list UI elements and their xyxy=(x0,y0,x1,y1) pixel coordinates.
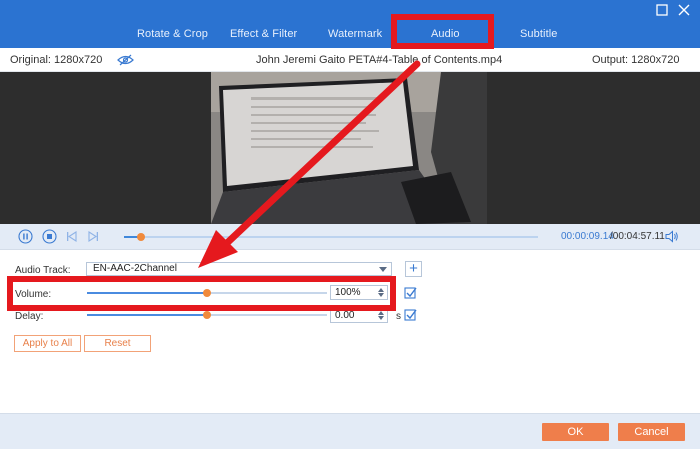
previous-frame-icon[interactable] xyxy=(64,229,79,244)
audio-track-label: Audio Track: xyxy=(15,265,71,276)
ok-button[interactable]: OK xyxy=(542,423,609,441)
original-resolution: Original: 1280x720 xyxy=(10,54,103,66)
audio-editor-window: Rotate & Crop Effect & Filter Watermark … xyxy=(0,0,700,449)
tab-subtitle[interactable]: Subtitle xyxy=(520,28,558,40)
audio-track-select[interactable]: EN-AAC-2Channel xyxy=(86,262,392,276)
timeline-slider[interactable] xyxy=(124,233,538,241)
tab-rotate-crop[interactable]: Rotate & Crop xyxy=(137,28,208,40)
maximize-icon[interactable] xyxy=(655,3,669,17)
close-icon[interactable] xyxy=(677,3,691,17)
decrement-icon[interactable] xyxy=(378,316,384,320)
eye-off-icon[interactable] xyxy=(117,54,134,66)
current-time: 00:00:09.14 xyxy=(561,231,614,242)
info-bar: Original: 1280x720 John Jeremi Gaito PET… xyxy=(0,48,700,72)
volume-row-highlight xyxy=(7,276,396,311)
increment-icon[interactable] xyxy=(378,311,384,315)
delay-slider-fill xyxy=(87,314,207,316)
video-preview xyxy=(0,72,700,224)
audio-track-value: EN-AAC-2Channel xyxy=(93,263,177,274)
video-frame xyxy=(211,72,487,224)
delay-value: 0.00 xyxy=(335,310,355,321)
delay-slider[interactable] xyxy=(87,311,327,319)
footer-bar: OK Cancel xyxy=(0,413,700,449)
audio-tab-highlight xyxy=(391,14,494,49)
apply-volume-check-icon[interactable] xyxy=(404,286,417,299)
add-audio-track-button[interactable]: + xyxy=(405,261,422,277)
tab-bar: Rotate & Crop Effect & Filter Watermark … xyxy=(0,18,700,48)
tab-effect-filter[interactable]: Effect & Filter xyxy=(230,28,297,40)
tab-watermark[interactable]: Watermark xyxy=(328,28,382,40)
video-thumbnail xyxy=(211,72,487,224)
speaker-icon[interactable] xyxy=(664,229,679,244)
reset-button[interactable]: Reset xyxy=(84,335,151,352)
apply-delay-check-icon[interactable] xyxy=(404,308,417,321)
delay-slider-handle[interactable] xyxy=(203,311,211,319)
delay-unit: s xyxy=(396,311,401,322)
output-resolution: Output: 1280x720 xyxy=(592,54,680,66)
plus-icon: + xyxy=(409,260,418,277)
pause-icon[interactable] xyxy=(18,229,33,244)
apply-to-all-button[interactable]: Apply to All xyxy=(14,335,81,352)
playback-controls: 00:00:09.14 /00:04:57.11 xyxy=(0,224,700,250)
title-bar: Rotate & Crop Effect & Filter Watermark … xyxy=(0,0,700,48)
stop-icon[interactable] xyxy=(42,229,57,244)
timeline-handle[interactable] xyxy=(137,233,145,241)
chevron-down-icon xyxy=(379,267,387,272)
file-name: John Jeremi Gaito PETA#4-Table of Conten… xyxy=(256,54,503,66)
next-frame-icon[interactable] xyxy=(86,229,101,244)
total-time: /00:04:57.11 xyxy=(610,231,665,242)
cancel-button[interactable]: Cancel xyxy=(618,423,685,441)
delay-label: Delay: xyxy=(15,311,44,322)
